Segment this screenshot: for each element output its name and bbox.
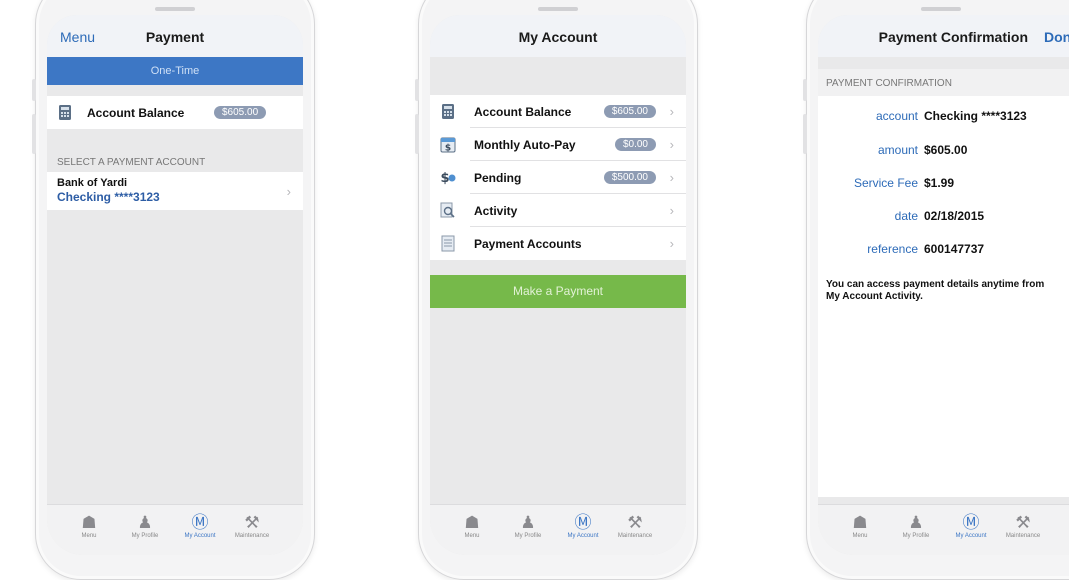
- speaker: [538, 7, 578, 11]
- side-button: [803, 114, 807, 154]
- speaker: [921, 7, 961, 11]
- tab-bar: ☗ Menu ♟ My Profile Ⓜ My Account ⚒ Maintenan…: [47, 504, 303, 555]
- field-date: date 02/18/2015: [894, 209, 985, 223]
- field-account: account Checking ****3123: [875, 109, 1027, 123]
- tab-maintenance[interactable]: ⚒ Maintenance: [998, 513, 1048, 539]
- phone-my-account: My Account Account Balance $605.00 › $ M…: [415, 0, 698, 580]
- menu-item-label: Account Balance: [474, 105, 572, 119]
- account-balance-row[interactable]: Account Balance $605.00: [47, 96, 303, 129]
- chevron-right-icon: ›: [669, 236, 674, 251]
- section-header: PAYMENT CONFIRMATION: [818, 69, 1069, 96]
- payment-account-row[interactable]: Bank of Yardi Checking ****3123 ›: [47, 172, 303, 210]
- balance-badge: $605.00: [214, 106, 267, 119]
- side-button: [415, 79, 419, 101]
- tab-menu[interactable]: ☗ Menu: [447, 513, 497, 539]
- menu-item-activity[interactable]: Activity ›: [430, 194, 686, 227]
- calculator-icon: [59, 105, 71, 120]
- phone-payment: Menu Payment One-Time Account Balance $6…: [32, 0, 315, 580]
- tab-my-profile[interactable]: ♟ My Profile: [503, 513, 553, 539]
- chevron-right-icon: ›: [286, 184, 291, 199]
- page-title: Payment: [145, 29, 205, 45]
- tools-icon: ⚒: [244, 513, 260, 532]
- tools-icon: ⚒: [1015, 513, 1031, 532]
- chevron-right-icon: ›: [669, 170, 674, 185]
- field-amount: amount $605.00: [877, 143, 968, 157]
- svg-text:$: $: [440, 171, 449, 186]
- nav-bar: My Account: [430, 15, 686, 57]
- done-button[interactable]: Done: [1044, 29, 1069, 45]
- nav-bar: Menu Payment: [47, 15, 303, 57]
- svg-text:$: $: [445, 144, 451, 154]
- menu-item-pending[interactable]: $ Pending $500.00 ›: [430, 161, 686, 194]
- screen: Menu Payment One-Time Account Balance $6…: [47, 15, 303, 555]
- page-title: My Account: [518, 29, 598, 45]
- dollar-circle-icon: Ⓜ: [962, 513, 980, 532]
- section-header: SELECT A PAYMENT ACCOUNT: [57, 157, 206, 168]
- field-reference: reference 600147737: [867, 242, 985, 256]
- home-icon: ☗: [852, 513, 868, 532]
- pending-badge: $500.00: [603, 171, 656, 184]
- tab-menu[interactable]: ☗ Menu: [835, 513, 885, 539]
- tab-menu[interactable]: ☗ Menu: [64, 513, 114, 539]
- chevron-right-icon: ›: [669, 203, 674, 218]
- tab-maintenance[interactable]: ⚒ Maintenance: [610, 513, 660, 539]
- tab-bar: ☗ Menu ♟ My Profile Ⓜ My Account ⚒ Maintenan…: [818, 504, 1069, 555]
- auto-pay-badge: $0.00: [614, 138, 656, 151]
- confirmation-panel: PAYMENT CONFIRMATION account Checking **…: [818, 69, 1069, 497]
- speaker: [155, 7, 195, 11]
- menu-item-payment-accounts[interactable]: Payment Accounts ›: [430, 227, 686, 260]
- screen: Payment Confirmation Done PAYMENT CONFIR…: [818, 15, 1069, 555]
- person-icon: ♟: [908, 513, 924, 532]
- tab-maintenance[interactable]: ⚒ Maintenance: [227, 513, 277, 539]
- make-payment-button[interactable]: Make a Payment: [430, 275, 686, 308]
- calendar-dollar-icon: $: [440, 137, 456, 154]
- tab-my-account[interactable]: Ⓜ My Account: [558, 513, 608, 539]
- side-button: [32, 114, 36, 154]
- account-balance-label: Account Balance: [87, 106, 185, 120]
- person-icon: ♟: [520, 513, 536, 532]
- tab-bar: ☗ Menu ♟ My Profile Ⓜ My Account ⚒ Maintenan…: [430, 504, 686, 555]
- home-icon: ☗: [464, 513, 480, 532]
- screen: My Account Account Balance $605.00 › $ M…: [430, 15, 686, 555]
- segment-one-time[interactable]: One-Time: [47, 57, 303, 85]
- page-title: Payment Confirmation: [878, 29, 1028, 45]
- document-icon: [441, 235, 455, 252]
- magnifier-icon: [440, 202, 455, 218]
- bank-name: Bank of Yardi: [57, 177, 128, 189]
- dollar-circle-icon: Ⓜ: [574, 513, 592, 532]
- menu-item-label: Monthly Auto-Pay: [474, 138, 576, 152]
- side-button: [415, 114, 419, 154]
- menu-item-label: Activity: [474, 204, 518, 218]
- payment-note: You can access payment details anytime f…: [826, 279, 1045, 302]
- chevron-right-icon: ›: [669, 104, 674, 119]
- field-service-fee: Service Fee $1.99: [853, 176, 955, 190]
- side-button: [803, 79, 807, 101]
- menu-item-monthly-auto-pay[interactable]: $ Monthly Auto-Pay $0.00 ›: [430, 128, 686, 161]
- balance-badge: $605.00: [603, 105, 656, 118]
- nav-bar: Payment Confirmation Done: [818, 15, 1069, 57]
- tab-my-profile[interactable]: ♟ My Profile: [120, 513, 170, 539]
- dollar-circle-icon: Ⓜ: [191, 513, 209, 532]
- home-icon: ☗: [81, 513, 97, 532]
- calculator-icon: [442, 104, 454, 119]
- pending-dollar-icon: $: [440, 171, 456, 186]
- phone-payment-confirmation: Payment Confirmation Done PAYMENT CONFIR…: [803, 0, 1069, 580]
- tools-icon: ⚒: [627, 513, 643, 532]
- menu-item-account-balance[interactable]: Account Balance $605.00 ›: [430, 95, 686, 128]
- menu-item-label: Pending: [474, 171, 522, 185]
- tab-my-account[interactable]: Ⓜ My Account: [175, 513, 225, 539]
- account-number: Checking ****3123: [57, 190, 160, 204]
- tab-my-profile[interactable]: ♟ My Profile: [891, 513, 941, 539]
- menu-item-label: Payment Accounts: [474, 237, 582, 251]
- side-button: [32, 79, 36, 101]
- tab-my-account[interactable]: Ⓜ My Account: [946, 513, 996, 539]
- person-icon: ♟: [137, 513, 153, 532]
- chevron-right-icon: ›: [669, 137, 674, 152]
